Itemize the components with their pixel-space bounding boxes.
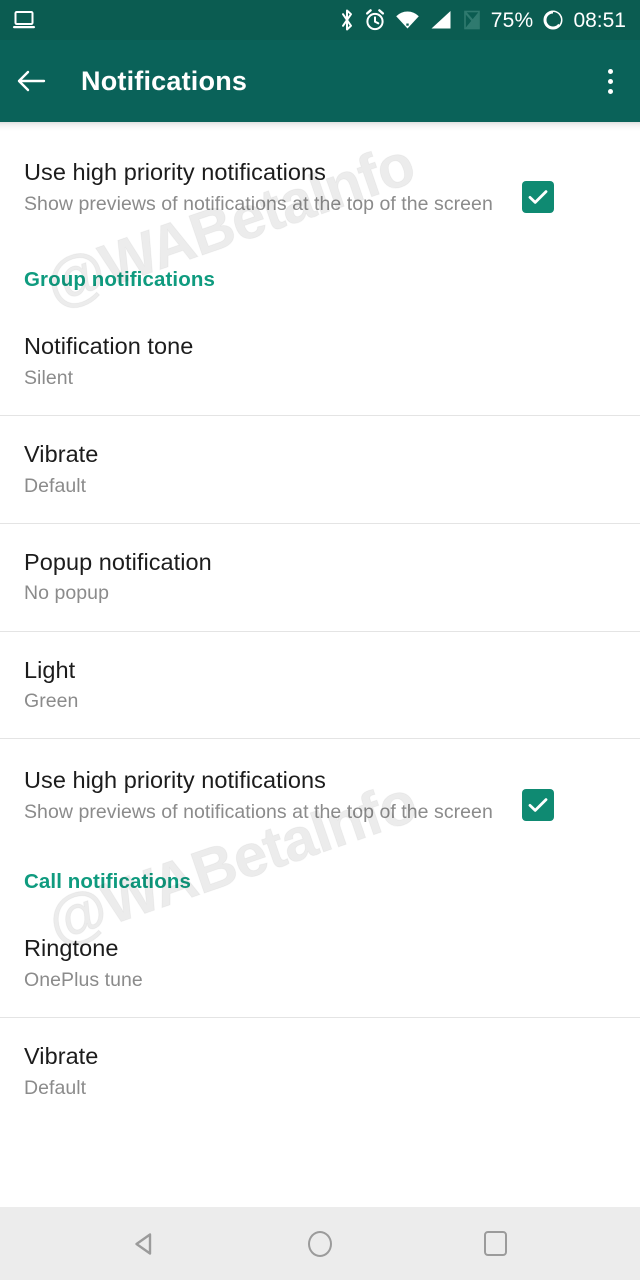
more-vertical-icon — [608, 79, 613, 84]
row-title: Use high priority notifications — [24, 159, 504, 187]
row-group-vibrate[interactable]: Vibrate Default — [0, 416, 640, 523]
row-subtitle: Show previews of notifications at the to… — [24, 192, 504, 216]
row-title: Light — [24, 657, 75, 685]
battery-circle-icon — [542, 9, 564, 31]
more-vertical-icon — [608, 69, 613, 74]
row-value: No popup — [24, 581, 109, 605]
wifi-icon — [395, 9, 420, 31]
row-title: Use high priority notifications — [24, 767, 504, 795]
check-icon — [528, 797, 548, 813]
row-popup-notification[interactable]: Popup notification No popup — [0, 524, 640, 631]
bluetooth-icon — [339, 8, 355, 32]
high-priority-checkbox[interactable] — [522, 181, 554, 213]
spacer — [0, 242, 640, 268]
nav-home-button[interactable] — [290, 1214, 350, 1274]
row-text: Use high priority notifications Show pre… — [24, 767, 504, 824]
android-navigation-bar — [0, 1207, 640, 1280]
spacer — [0, 894, 640, 910]
high-priority-checkbox[interactable] — [522, 789, 554, 821]
row-title: Notification tone — [24, 333, 193, 361]
row-title: Vibrate — [24, 1043, 98, 1071]
arrow-back-icon — [16, 68, 46, 94]
signal-icon — [429, 9, 453, 31]
row-group-high-priority[interactable]: Use high priority notifications Show pre… — [0, 739, 640, 850]
spacer — [0, 292, 640, 308]
page-title: Notifications — [81, 66, 247, 97]
row-call-vibrate[interactable]: Vibrate Default — [0, 1018, 640, 1125]
battery-percent-label: 75% — [491, 10, 534, 31]
row-text: Use high priority notifications Show pre… — [24, 159, 504, 216]
nav-home-circle-icon — [308, 1231, 332, 1257]
phone-screen: 75% 08:51 Notifications — [0, 0, 640, 1280]
row-value: Silent — [24, 366, 73, 390]
alarm-icon — [364, 8, 386, 32]
row-value: OnePlus tune — [24, 968, 143, 992]
check-icon — [528, 189, 548, 205]
row-title: Vibrate — [24, 441, 98, 469]
app-bar: Notifications — [0, 40, 640, 122]
status-bar-clock: 08:51 — [573, 10, 626, 31]
nav-back-button[interactable] — [115, 1214, 175, 1274]
row-title: Popup notification — [24, 549, 212, 577]
row-value: Green — [24, 689, 78, 713]
row-message-high-priority[interactable]: Use high priority notifications Show pre… — [0, 131, 640, 242]
status-bar-right-icons: 75% 08:51 — [339, 8, 626, 32]
row-subtitle: Show previews of notifications at the to… — [24, 800, 504, 824]
laptop-cast-icon — [12, 9, 36, 31]
nav-recents-square-icon — [484, 1231, 507, 1256]
settings-list: Use high priority notifications Show pre… — [0, 131, 640, 1207]
nav-back-triangle-icon — [130, 1229, 160, 1259]
row-value: Default — [24, 474, 86, 498]
back-button[interactable] — [0, 40, 62, 122]
app-bar-shadow — [0, 122, 640, 131]
overflow-menu-button[interactable] — [580, 40, 640, 122]
nav-recents-button[interactable] — [465, 1214, 525, 1274]
row-value: Default — [24, 1076, 86, 1100]
row-ringtone[interactable]: Ringtone OnePlus tune — [0, 910, 640, 1017]
row-title: Ringtone — [24, 935, 118, 963]
section-header-call: Call notifications — [0, 870, 640, 894]
sim-no-service-icon — [462, 9, 482, 31]
spacer — [0, 850, 640, 870]
row-light[interactable]: Light Green — [0, 632, 640, 739]
more-vertical-icon — [608, 89, 613, 94]
row-notification-tone[interactable]: Notification tone Silent — [0, 308, 640, 415]
section-header-group: Group notifications — [0, 268, 640, 292]
status-bar-left-icons — [12, 9, 36, 31]
status-bar: 75% 08:51 — [0, 0, 640, 40]
